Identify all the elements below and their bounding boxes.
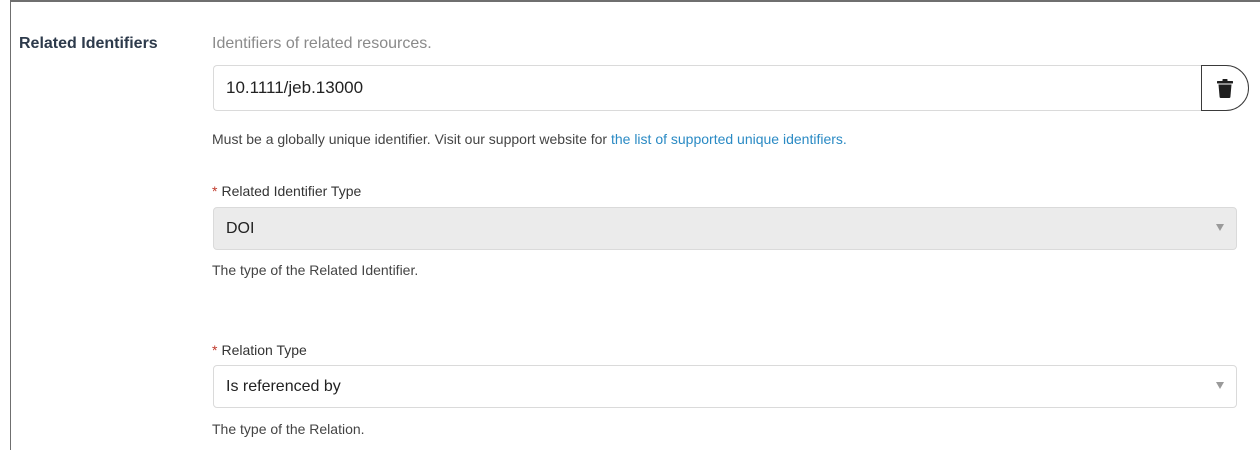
identifier-type-value: DOI <box>226 220 255 237</box>
identifier-type-select[interactable]: DOI <box>213 207 1237 250</box>
section-label: Related Identifiers <box>19 35 158 52</box>
related-identifier-input[interactable] <box>213 65 1201 111</box>
required-marker: * <box>212 183 218 199</box>
supported-identifiers-link[interactable]: the list of supported unique identifiers… <box>611 131 847 147</box>
trash-icon <box>1217 79 1233 98</box>
relation-type-label-text: Relation Type <box>221 342 307 358</box>
caret-down-icon <box>1216 382 1224 389</box>
identifier-type-note: The type of the Related Identifier. <box>212 262 419 278</box>
relation-type-value: Is referenced by <box>226 378 341 395</box>
identifier-type-label: * Related Identifier Type <box>212 183 361 199</box>
caret-down-icon <box>1216 224 1224 231</box>
required-marker: * <box>212 342 218 358</box>
identifier-help-text: Must be a globally unique identifier. Vi… <box>212 131 847 147</box>
delete-identifier-button[interactable] <box>1201 65 1249 111</box>
relation-type-note: The type of the Relation. <box>212 421 365 437</box>
identifier-row <box>213 65 1250 111</box>
section-description: Identifiers of related resources. <box>212 35 432 52</box>
relation-type-label: * Relation Type <box>212 342 307 358</box>
relation-type-select[interactable]: Is referenced by <box>213 365 1237 408</box>
help-text-prefix: Must be a globally unique identifier. Vi… <box>212 131 611 147</box>
identifier-type-label-text: Related Identifier Type <box>221 183 362 199</box>
